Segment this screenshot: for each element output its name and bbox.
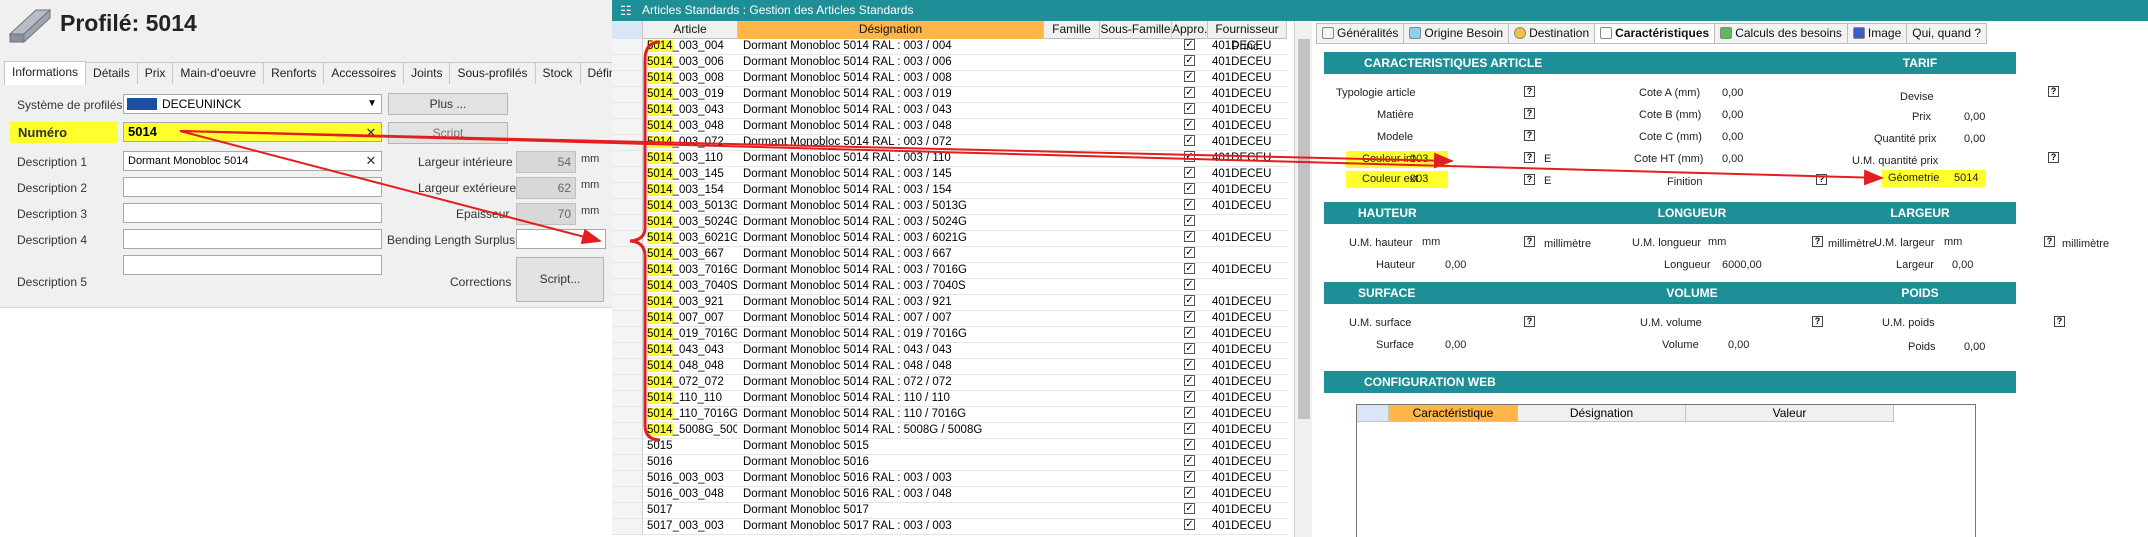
arrow-to-bracket: [179, 130, 602, 245]
bracket-annotation: [629, 40, 661, 442]
arrow-to-geometrie: [179, 130, 1884, 186]
annotation-overlay: [179, 40, 1884, 442]
